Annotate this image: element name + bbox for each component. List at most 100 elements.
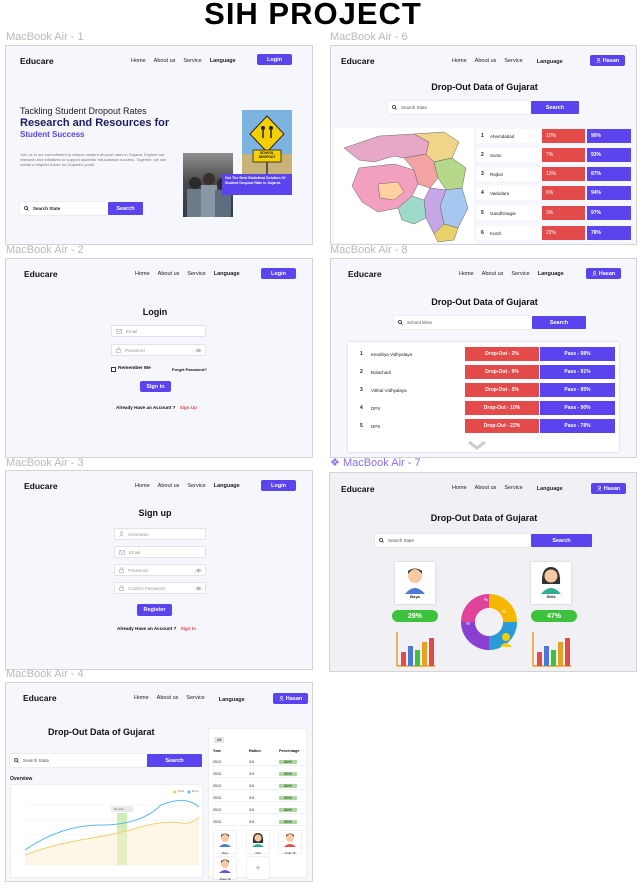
password-field[interactable]: Password (114, 564, 206, 576)
avatar-girls[interactable]: Girls (247, 831, 269, 855)
hero-search-button[interactable]: Search (108, 202, 143, 215)
school-row[interactable]: 5 DPS Drop-Out - 22% Pass - 78% (353, 419, 615, 433)
nav-home[interactable]: Home (452, 485, 467, 491)
frame-label-8: MacBook Air - 8 (330, 244, 408, 256)
logo[interactable]: Educare (348, 269, 382, 279)
district-row[interactable]: 6 Kutch 22% 78% (477, 226, 631, 240)
school-row[interactable]: 1 Kendriya Vidhyalaya Drop-Out - 2% Pass … (353, 347, 615, 361)
table-row[interactable]: 2013 3:5 60% (213, 807, 305, 814)
nav-service[interactable]: Service (504, 58, 522, 64)
logo[interactable]: Educare (24, 481, 58, 491)
nav-language[interactable]: Language (538, 271, 564, 277)
remember-checkbox[interactable] (111, 367, 116, 372)
register-button[interactable]: Register (137, 604, 172, 616)
logo[interactable]: Educare (24, 269, 58, 279)
chevron-down-icon[interactable] (468, 437, 486, 455)
sign-in-button[interactable]: Sign in (140, 381, 171, 392)
school-row[interactable]: 4 DPS Drop-Out - 10% Pass - 90% (353, 401, 615, 415)
user-button[interactable]: Hasan (590, 55, 625, 66)
boys-card[interactable]: Boys (395, 562, 435, 604)
tab-all[interactable]: All (214, 737, 225, 743)
nav-about[interactable]: About us (158, 271, 180, 277)
logo[interactable]: Educare (341, 484, 375, 494)
login-button[interactable]: Login (257, 54, 292, 65)
email-field[interactable]: Email (111, 325, 206, 337)
search-button[interactable]: Search (531, 101, 579, 114)
nav-language[interactable]: Language (537, 59, 563, 65)
girls-card[interactable]: Girls (531, 562, 571, 604)
eye-icon[interactable] (195, 586, 202, 591)
nav-service[interactable]: Service (504, 485, 522, 491)
nav-home[interactable]: Home (134, 695, 149, 701)
add-button[interactable]: + (247, 857, 269, 879)
nav-about[interactable]: About us (475, 485, 497, 491)
sign-up-link[interactable]: Sign Up (180, 405, 197, 410)
eye-icon[interactable] (195, 348, 202, 353)
logo[interactable]: Educare (20, 56, 54, 66)
table-row[interactable]: 2013 3:5 60% (213, 795, 305, 802)
user-button[interactable]: Hasan (586, 268, 621, 279)
school-row[interactable]: 2 Bolachadi Drop-Out - 9% Pass - 91% (353, 365, 615, 379)
nav-about[interactable]: About us (482, 271, 504, 277)
district-row[interactable]: 4 Vadodara 6% 94% (477, 186, 631, 200)
confirm-password-field[interactable]: Confirm Password (114, 582, 206, 594)
nav-home[interactable]: Home (452, 58, 467, 64)
district-row[interactable]: 2 Surat 7% 93% (477, 148, 631, 162)
nav-home[interactable]: Home (135, 483, 150, 489)
avatar-under-18[interactable]: Under 18 (279, 831, 301, 855)
nav-service[interactable]: Service (511, 271, 529, 277)
nav-service[interactable]: Service (187, 483, 205, 489)
table-row[interactable]: 2013 3:9 60% (213, 771, 305, 778)
avatar-above-18[interactable]: Above 18 (214, 857, 236, 881)
table-row[interactable]: 2013 3:5 60% (213, 759, 305, 766)
nav-language[interactable]: Language (214, 483, 240, 489)
user-icon (119, 531, 124, 537)
nav-service[interactable]: Service (186, 695, 204, 701)
table-row[interactable]: 2013 3:5 60% (213, 783, 305, 790)
school-name: Bolachadi (371, 369, 391, 375)
search-input[interactable]: Search State (388, 101, 531, 114)
search-button[interactable]: Search (532, 316, 586, 329)
hero-search-input[interactable]: Search State (20, 202, 108, 215)
user-button[interactable]: Hasan (591, 483, 626, 494)
search-placeholder: Search State (33, 206, 61, 211)
nav-home[interactable]: Home (131, 58, 146, 64)
nav-language[interactable]: Language (214, 271, 240, 277)
nav-home[interactable]: Home (459, 271, 474, 277)
nav-language[interactable]: Language (537, 486, 563, 492)
eye-icon[interactable] (195, 568, 202, 573)
nav-home[interactable]: Home (135, 271, 150, 277)
email-field[interactable]: Email (114, 546, 206, 558)
user-button[interactable]: Hasan (273, 693, 308, 704)
nav-about[interactable]: About us (158, 483, 180, 489)
table-row[interactable]: 2013 3:5 60% (213, 819, 305, 826)
nav-language[interactable]: Language (210, 58, 236, 64)
logo[interactable]: Educare (341, 56, 375, 66)
girl-avatar-icon (541, 567, 561, 594)
frame-school-data: Educare Home About us Service Language H… (330, 258, 637, 458)
search-input[interactable]: Search State (10, 754, 147, 767)
school-search-input[interactable]: School Wise (394, 316, 534, 329)
logo[interactable]: Educare (23, 693, 57, 703)
search-button[interactable]: Search (531, 534, 592, 547)
nav-about[interactable]: About us (157, 695, 179, 701)
school-row[interactable]: 3 Vitthal Vidhyalaya Drop-Out - 5% Pass -… (353, 383, 615, 397)
nav-service[interactable]: Service (187, 271, 205, 277)
district-row[interactable]: 3 Rajkot 13% 87% (477, 167, 631, 181)
forgot-password-link[interactable]: Forget Password? (172, 367, 207, 372)
nav-about[interactable]: About us (475, 58, 497, 64)
avatar-boys[interactable]: Boys (214, 831, 236, 855)
nav-about[interactable]: About us (154, 58, 176, 64)
nav-language[interactable]: Language (219, 697, 245, 703)
search-input[interactable]: Search State (375, 534, 531, 547)
dropout-title: Drop-Out Data of Gujarat (48, 727, 155, 737)
district-row[interactable]: 5 Gandhinagar 3% 97% (477, 206, 631, 220)
password-field[interactable]: Password (111, 344, 206, 356)
nav-service[interactable]: Service (183, 58, 201, 64)
district-row[interactable]: 1 Ahemdabad 10% 90% (477, 129, 631, 143)
search-button[interactable]: Search (147, 754, 202, 767)
login-button[interactable]: Login (261, 268, 296, 279)
login-button[interactable]: Login (261, 480, 296, 491)
username-field[interactable]: Username (114, 528, 206, 540)
sign-in-link[interactable]: Sign In (181, 626, 196, 631)
